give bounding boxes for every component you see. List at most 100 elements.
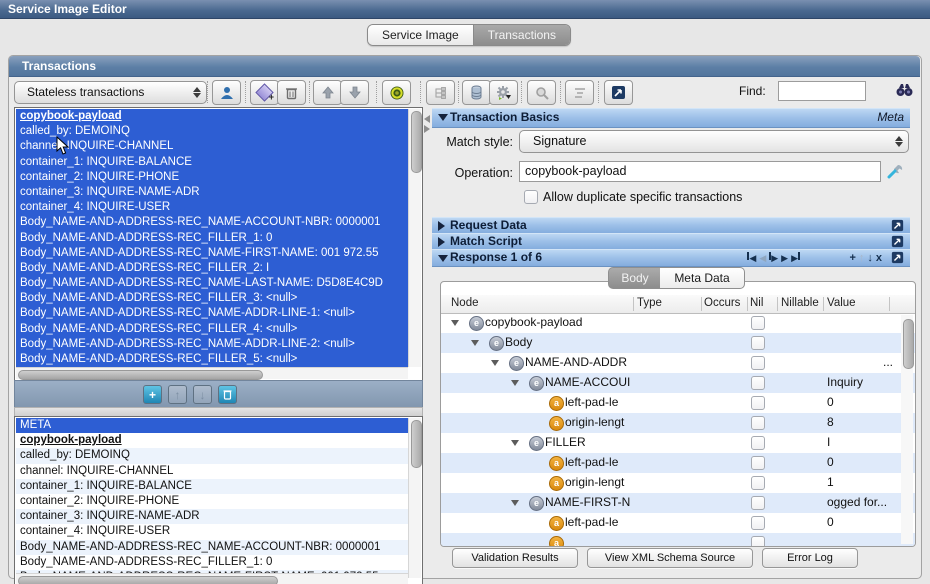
find-input[interactable] xyxy=(778,81,866,101)
move-up-button[interactable] xyxy=(313,80,342,105)
nav-last-icon[interactable]: ▶ xyxy=(791,252,800,264)
delete-transaction-button[interactable] xyxy=(277,80,306,105)
column-header-node[interactable]: Node xyxy=(451,297,479,309)
timer-button[interactable] xyxy=(382,80,411,105)
tree-row[interactable]: eNAME-ACCOUIInquiry xyxy=(441,373,915,393)
meta-move-up-button[interactable]: ↑ xyxy=(168,385,187,404)
expand-triangle-icon[interactable] xyxy=(451,320,459,326)
expand-triangle-icon[interactable] xyxy=(511,380,519,386)
edit-external-button[interactable] xyxy=(604,80,633,105)
meta-list-hscrollbar[interactable] xyxy=(16,573,408,584)
expand-triangle-icon[interactable] xyxy=(511,500,519,506)
tree-row[interactable]: aleft-pad-le0 xyxy=(441,393,915,413)
list-item[interactable]: Body_NAME-AND-ADDRESS-REC_NAME-FIRST-NAM… xyxy=(16,246,408,261)
operation-input[interactable]: copybook-payload xyxy=(519,161,881,182)
transaction-filter-dropdown[interactable]: Stateless transactions xyxy=(14,81,207,104)
add-response-icon[interactable]: + xyxy=(849,252,855,264)
view-xml-schema-button[interactable]: View XML Schema Source xyxy=(587,548,753,568)
match-style-dropdown[interactable]: Signature xyxy=(519,130,909,153)
collapse-triangle-icon[interactable] xyxy=(438,114,448,121)
tree-row[interactable]: aleft-pad-le0 xyxy=(441,513,915,533)
nil-checkbox[interactable] xyxy=(751,456,765,470)
list-item[interactable]: container_3: INQUIRE-NAME-ADR xyxy=(16,185,408,200)
nav-next-icon[interactable]: ▶ xyxy=(781,252,788,264)
tree-row[interactable]: ecopybook-payload xyxy=(441,313,915,333)
validation-results-button[interactable]: Validation Results xyxy=(452,548,578,568)
nav-first-icon[interactable]: ◀ xyxy=(747,252,756,264)
tree-vscrollbar[interactable] xyxy=(901,315,913,544)
expand-triangle-icon[interactable] xyxy=(438,237,445,247)
nil-checkbox[interactable] xyxy=(751,476,765,490)
tree-row[interactable]: eNAME-AND-ADDR... xyxy=(441,353,915,373)
list-item[interactable]: container_3: INQUIRE-NAME-ADR xyxy=(16,509,408,524)
nav-previous-icon[interactable]: ◀ xyxy=(759,252,766,264)
error-log-button[interactable]: Error Log xyxy=(762,548,858,568)
list-item[interactable]: Body_NAME-AND-ADDRESS-REC_FILLER_2: I xyxy=(16,261,408,276)
binoculars-icon[interactable] xyxy=(895,82,914,98)
allow-duplicate-checkbox[interactable] xyxy=(524,190,538,204)
hscroll-thumb[interactable] xyxy=(18,370,263,380)
collapse-triangle-icon[interactable] xyxy=(438,255,448,262)
list-item[interactable]: container_4: INQUIRE-USER xyxy=(16,524,408,539)
request-data-header[interactable]: Request Data xyxy=(432,217,910,234)
tab-body[interactable]: Body xyxy=(608,267,662,289)
edit-external-icon[interactable] xyxy=(891,235,904,248)
list-item[interactable]: copybook-payload xyxy=(16,433,408,448)
vscroll-thumb[interactable] xyxy=(903,319,914,369)
meta-list-vscrollbar[interactable] xyxy=(408,418,421,578)
list-item[interactable]: Body_NAME-AND-ADDRESS-REC_NAME-ACCOUNT-N… xyxy=(16,215,408,230)
tab-transactions[interactable]: Transactions xyxy=(473,25,570,45)
expand-triangle-icon[interactable] xyxy=(491,360,499,366)
nil-checkbox[interactable] xyxy=(751,316,765,330)
expand-triangle-icon[interactable] xyxy=(511,440,519,446)
list-item[interactable]: Body_NAME-AND-ADDRESS-REC_FILLER_3: <nul… xyxy=(16,291,408,306)
list-item[interactable]: Body_NAME-AND-ADDRESS-REC_NAME-LAST-NAME… xyxy=(16,276,408,291)
list-item[interactable]: channel: INQUIRE-CHANNEL xyxy=(16,139,408,154)
nil-checkbox[interactable] xyxy=(751,516,765,530)
list-item[interactable]: Body_NAME-AND-ADDRESS-REC_FILLER_4: <nul… xyxy=(16,322,408,337)
sort-lines-button[interactable] xyxy=(565,80,594,105)
list-item[interactable]: Body_NAME-AND-ADDRESS-REC_FILLER_5: <nul… xyxy=(16,352,408,367)
list-item[interactable]: channel: INQUIRE-CHANNEL xyxy=(16,464,408,479)
move-down-button[interactable] xyxy=(340,80,369,105)
meta-delete-button[interactable] xyxy=(218,385,237,404)
list-item[interactable]: container_1: INQUIRE-BALANCE xyxy=(16,155,408,170)
tree-row[interactable]: a xyxy=(441,533,915,546)
tree-row[interactable]: aorigin-lengt1 xyxy=(441,473,915,493)
list-item[interactable]: META xyxy=(16,418,408,433)
response-header[interactable]: Response 1 of 6 ◀ ◀ ▶ ▶ ▶ + ↑ ↓ x xyxy=(432,249,910,267)
tree-row[interactable]: eNAME-FIRST-Nogged for... xyxy=(441,493,915,513)
edit-external-icon[interactable] xyxy=(891,251,904,264)
edit-external-icon[interactable] xyxy=(891,219,904,232)
list-item[interactable]: called_by: DEMOINQ xyxy=(16,124,408,139)
generate-button[interactable] xyxy=(489,80,518,105)
nav-play-icon[interactable]: ▶ xyxy=(769,252,778,264)
transaction-list-hscrollbar[interactable] xyxy=(16,367,408,379)
delete-response-icon[interactable]: x xyxy=(876,252,882,264)
nil-checkbox[interactable] xyxy=(751,376,765,390)
list-item[interactable]: Body_NAME-AND-ADDRESS-REC_FILLER_1: 0 xyxy=(16,231,408,246)
meta-add-button[interactable]: + xyxy=(143,385,162,404)
tree-row[interactable]: aleft-pad-le0 xyxy=(441,453,915,473)
list-item[interactable]: copybook-payload xyxy=(16,109,408,124)
tree-row[interactable]: eFILLERI xyxy=(441,433,915,453)
nil-checkbox[interactable] xyxy=(751,336,765,350)
nil-checkbox[interactable] xyxy=(751,536,765,546)
column-header-value[interactable]: Value xyxy=(827,297,856,309)
nil-checkbox[interactable] xyxy=(751,436,765,450)
column-header-nil[interactable]: Nil xyxy=(750,297,763,309)
nil-checkbox[interactable] xyxy=(751,496,765,510)
meta-move-down-button[interactable]: ↓ xyxy=(193,385,212,404)
column-header-type[interactable]: Type xyxy=(637,297,662,309)
data-source-button[interactable] xyxy=(462,80,491,105)
search-button[interactable] xyxy=(527,80,556,105)
user-button[interactable] xyxy=(212,80,241,105)
list-item[interactable]: Body_NAME-AND-ADDRESS-REC_NAME-ADDR-LINE… xyxy=(16,337,408,352)
tree-row[interactable]: aorigin-lengt8 xyxy=(441,413,915,433)
list-item[interactable]: Body_NAME-AND-ADDRESS-REC_NAME-ACCOUNT-N… xyxy=(16,540,408,555)
match-script-header[interactable]: Match Script xyxy=(432,233,910,250)
add-transaction-button[interactable]: + xyxy=(250,80,279,105)
list-item[interactable]: Body_NAME-AND-ADDRESS-REC_NAME-ADDR-LINE… xyxy=(16,306,408,321)
wrench-icon[interactable] xyxy=(886,163,904,181)
expand-triangle-icon[interactable] xyxy=(438,221,445,231)
